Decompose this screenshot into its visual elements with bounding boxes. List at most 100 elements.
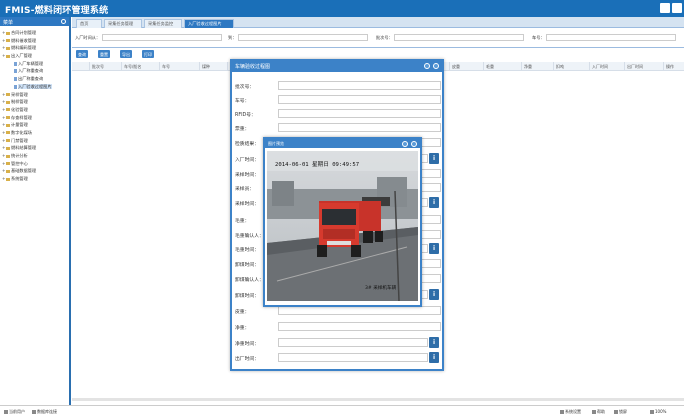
sidebar-item[interactable]: + 存查样管理 [0,114,69,122]
sidebar-item[interactable]: + 燃料结算管理 [0,144,69,152]
info-icon[interactable]: i [429,243,439,254]
column-header[interactable]: 扣吨 [556,64,564,70]
info-icon[interactable]: i [429,197,439,208]
folder-icon [6,100,10,104]
sidebar-item[interactable]: + 门禁管理 [0,137,69,145]
expand-icon[interactable]: + [2,167,6,175]
settings-link[interactable]: 系统设置 [560,409,581,415]
horizontal-scrollbar[interactable] [72,398,684,401]
column-header[interactable]: 皮重 [452,64,460,70]
sidebar-subitem[interactable]: 入厂称重查询 [0,67,69,75]
expand-icon[interactable]: + [2,52,6,60]
field-input[interactable] [278,81,441,90]
field-input[interactable] [278,322,441,331]
expand-icon[interactable]: + [2,175,6,183]
close-icon[interactable] [411,140,417,147]
sidebar-subitem[interactable]: 入厂验收过程图片 [0,83,69,91]
field-input[interactable] [278,109,441,118]
car-number-input[interactable] [546,34,676,41]
sidebar-item[interactable]: + 采样管理 [0,91,69,99]
expand-icon[interactable]: + [2,44,6,52]
sidebar-item[interactable]: + 燃料编码管理 [0,44,69,52]
column-header[interactable]: 出厂时间 [627,64,643,70]
sidebar-item[interactable]: + 统计分析 [0,152,69,160]
column-header[interactable]: 操作 [666,64,674,70]
field-label: 出厂时间： [235,357,259,362]
tab-acceptance-images[interactable]: 入厂验收过程图片 [184,19,234,28]
expand-icon[interactable]: + [2,144,6,152]
help-link[interactable]: 帮助 [592,409,605,415]
sidebar-item[interactable]: + 数字化煤场 [0,129,69,137]
field-label: 入厂时间： [235,158,259,163]
expand-icon[interactable]: + [2,106,6,114]
field-input[interactable] [278,306,441,315]
button-label: 重置 [100,51,108,57]
tab-collect-monitor[interactable]: 采集任务监控 [144,19,182,28]
column-header[interactable]: 入厂时间 [592,64,608,70]
end-time-input[interactable] [238,34,368,41]
gear-icon [560,410,564,414]
column-header[interactable]: 煤种 [202,64,210,70]
sidebar-item[interactable]: + 出入厂管理 [0,52,69,60]
field-input[interactable] [278,338,428,347]
search-button[interactable]: 查询 [76,50,88,58]
sidebar-item[interactable]: + 计量管理 [0,121,69,129]
close-icon[interactable] [433,63,439,69]
info-icon[interactable]: i [429,289,439,300]
column-header[interactable]: 车号 [162,64,170,70]
field-input[interactable] [278,95,441,104]
sidebar-subitem[interactable]: 入厂车辆管理 [0,60,69,68]
sidebar-subitem[interactable]: 出厂称重查询 [0,75,69,83]
minimize-icon[interactable] [660,3,670,13]
expand-icon[interactable]: + [2,91,6,99]
tab-collect-task[interactable]: 采集任务管理 [104,19,142,28]
current-user-label: 当前用户 [9,409,25,414]
collapse-icon[interactable] [61,19,66,24]
sidebar-item[interactable]: + 管控中心 [0,160,69,168]
batch-number-input[interactable] [394,34,524,41]
column-separator [199,62,200,71]
sidebar-item-label: 出入厂管理 [11,53,32,59]
sidebar-item[interactable]: + 合同计划管理 [0,29,69,37]
sidebar-item[interactable]: + 系统管理 [0,175,69,183]
field-label: RFID号： [235,113,256,118]
tab-home[interactable]: 首页 [76,19,102,28]
folder-icon [6,93,10,96]
maximize-icon[interactable] [402,140,408,147]
expand-icon[interactable]: + [2,114,6,122]
column-header[interactable]: 净重 [524,64,532,70]
button-label: 打印 [144,51,152,57]
sidebar-item[interactable]: + 制样管理 [0,98,69,106]
lock-link[interactable]: 锁屏 [614,409,627,415]
column-header[interactable]: 批次号 [92,64,104,70]
maximize-icon[interactable] [424,63,430,69]
field-input[interactable] [278,353,428,362]
close-icon[interactable] [672,3,682,13]
expand-icon[interactable]: + [2,160,6,168]
column-header[interactable]: 车号/船名 [124,64,141,70]
info-icon[interactable]: i [429,337,439,348]
start-time-input[interactable] [102,34,222,41]
zoom-level[interactable]: 100% [650,409,666,414]
print-button[interactable]: 打印 [142,50,154,58]
sidebar-item[interactable]: + 化验管理 [0,106,69,114]
field-input[interactable] [278,123,441,132]
export-button[interactable]: 导出 [120,50,132,58]
expand-icon[interactable]: + [2,129,6,137]
info-icon[interactable]: i [429,153,439,164]
expand-icon[interactable]: + [2,152,6,160]
sidebar-item[interactable]: + 燃料催收管理 [0,37,69,45]
expand-icon[interactable]: + [2,37,6,45]
column-header[interactable]: 毛重 [486,64,494,70]
expand-icon[interactable]: + [2,121,6,129]
expand-icon[interactable]: + [2,98,6,106]
folder-icon [6,39,10,43]
sidebar-item[interactable]: + 基础数据管理 [0,167,69,175]
reset-button[interactable]: 重置 [98,50,110,58]
expand-icon[interactable]: + [2,29,6,37]
lock-icon [614,410,618,414]
info-icon[interactable]: i [429,352,439,363]
expand-icon[interactable]: + [2,137,6,145]
sidebar-item-label: 燃料编码管理 [11,45,37,51]
settings-label: 系统设置 [565,409,581,414]
